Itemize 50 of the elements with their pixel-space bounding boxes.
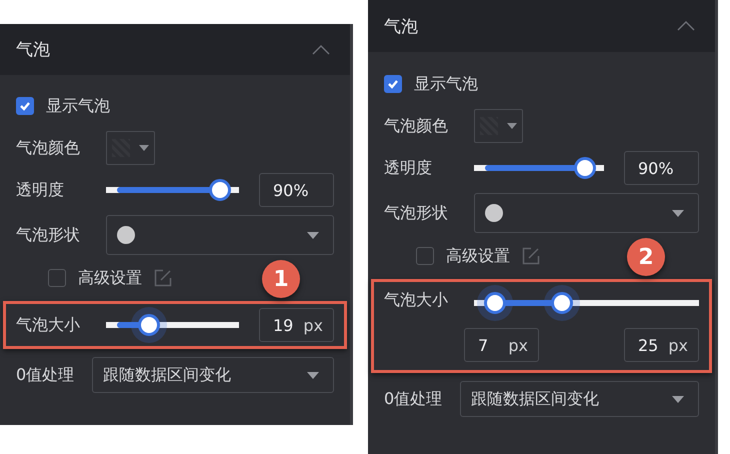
checkbox-label: 显示气泡 (46, 96, 110, 116)
field-label: 0值处理 (384, 388, 444, 410)
field-label: 气泡大小 (16, 314, 81, 336)
collapse-icon[interactable] (312, 44, 330, 54)
color-picker[interactable] (474, 109, 523, 143)
slider-thumb[interactable] (574, 157, 596, 179)
input-field[interactable]: 19 px (259, 308, 334, 342)
panel-header[interactable]: 气泡 (0, 24, 350, 75)
field-label: 0值处理 (16, 364, 76, 386)
dropdown[interactable]: 跟随数据区间变化 (460, 381, 699, 417)
caret-icon (307, 232, 319, 238)
checkbox[interactable] (416, 247, 434, 265)
checkbox[interactable] (16, 97, 34, 115)
field-label: 气泡颜色 (16, 138, 81, 158)
slider-thumb[interactable] (551, 292, 574, 314)
checkbox-label: 高级设置 (78, 268, 142, 288)
checkbox[interactable] (48, 269, 66, 287)
checkbox-label: 高级设置 (446, 246, 510, 266)
panel-title: 气泡 (16, 39, 50, 61)
field-label: 气泡形状 (16, 224, 81, 246)
shape-dropdown[interactable] (474, 193, 699, 233)
panel-header[interactable]: 气泡 (368, 0, 715, 52)
field-label: 气泡颜色 (384, 116, 449, 136)
caret-icon (139, 145, 150, 151)
circle-icon (117, 226, 135, 244)
caret-icon (507, 123, 518, 129)
color-picker[interactable] (106, 131, 155, 165)
slider-thumb[interactable] (209, 179, 232, 201)
slider-thumb[interactable] (484, 292, 506, 314)
step-badge: 1 (262, 260, 300, 298)
caret-icon (307, 372, 319, 378)
input-field[interactable]: 7 px (464, 328, 539, 362)
step-badge: 2 (627, 238, 665, 276)
checkbox-label: 显示气泡 (414, 74, 478, 94)
input-field[interactable]: 25 px (624, 328, 699, 362)
checkbox[interactable] (384, 75, 402, 93)
input-field[interactable]: 90% (259, 173, 334, 207)
field-label: 气泡大小 (384, 290, 449, 311)
field-label: 气泡形状 (384, 202, 449, 224)
collapse-icon[interactable] (677, 21, 695, 31)
shape-dropdown[interactable] (106, 215, 334, 255)
caret-icon (672, 396, 684, 402)
caret-icon (672, 210, 684, 216)
dropdown[interactable]: 跟随数据区间变化 (92, 357, 334, 393)
field-label: 透明度 (384, 158, 433, 178)
field-label: 透明度 (16, 180, 65, 200)
panel-title: 气泡 (384, 16, 418, 38)
slider-thumb[interactable] (138, 314, 160, 336)
input-field[interactable]: 90% (624, 151, 699, 185)
circle-icon (485, 204, 503, 222)
